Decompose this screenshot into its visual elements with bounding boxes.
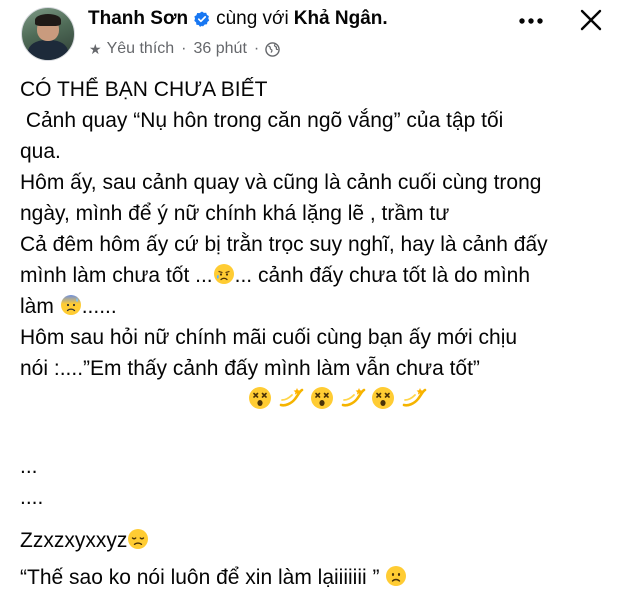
more-options-button[interactable] — [518, 8, 544, 34]
post-line: Hôm sau hỏi nữ chính mãi cuối cùng bạn ấ… — [20, 326, 518, 349]
post-line: làm ...... — [20, 291, 605, 322]
post-line: nói :....”Em thấy cảnh đấy mình làm vẫn … — [20, 357, 480, 380]
close-icon — [580, 9, 602, 31]
audience-label[interactable]: Yêu thích — [107, 40, 175, 58]
post-text: mình làm chưa tốt ... — [20, 264, 213, 287]
post-line: qua. — [20, 140, 61, 163]
frowning-face-icon — [385, 565, 407, 587]
post-line: mình làm chưa tốt ... ... cảnh đấy chưa … — [20, 260, 605, 291]
with-text: cùng với — [216, 8, 289, 29]
tagged-name[interactable]: Khả Ngân. — [294, 8, 388, 30]
post-text: Zzxzxyxxyz — [20, 529, 128, 552]
dizzy-face-icon — [248, 386, 272, 410]
post-text: làm — [20, 295, 60, 318]
disappointed-face-icon — [127, 528, 149, 550]
meta-separator-2: · — [253, 40, 260, 57]
verified-badge-icon — [194, 11, 210, 27]
post-line: “Thế sao ko nói luôn để xin làm lạiiiiii… — [20, 562, 605, 593]
dizzy-face-icon — [371, 386, 395, 410]
emoji-line — [20, 384, 605, 416]
post-header: Thanh Sơn cùng với Khả Ngân. ★ Yêu thích… — [0, 0, 620, 70]
dizzy-face-icon — [310, 386, 334, 410]
more-horizontal-icon — [519, 18, 543, 24]
dizzy-icon — [340, 386, 366, 410]
meta-separator: · — [181, 40, 187, 57]
close-button[interactable] — [574, 3, 608, 37]
post-body: CÓ THỂ BẠN CHƯA BIẾT Cảnh quay “Nụ hôn t… — [20, 74, 605, 593]
author-avatar[interactable] — [21, 7, 75, 61]
author-name[interactable]: Thanh Sơn — [88, 8, 188, 30]
star-icon: ★ — [89, 40, 102, 57]
dizzy-icon — [278, 386, 304, 410]
post-meta: ★ Yêu thích · 36 phút · — [89, 40, 280, 58]
post-line: Zzxzxyxxyz — [20, 525, 605, 556]
post-line: Hôm ấy, sau cảnh quay và cũng là cảnh cu… — [20, 171, 542, 194]
post-line: Cảnh quay “Nụ hôn trong căn ngõ vắng” củ… — [20, 109, 504, 132]
dizzy-icon — [401, 386, 427, 410]
post-line: ngày, mình để ý nữ chính khá lặng lẽ , t… — [20, 202, 450, 225]
post-line: Cả đêm hôm ấy cứ bị trằn trọc suy nghĩ, … — [20, 233, 548, 256]
anxious-sweat-face-icon — [60, 294, 82, 316]
author-line: Thanh Sơn cùng với Khả Ngân. — [88, 8, 388, 30]
post-line: .... — [20, 486, 44, 509]
post-line: ... — [20, 455, 38, 478]
post-line: CÓ THỂ BẠN CHƯA BIẾT — [20, 78, 268, 101]
globe-icon — [265, 41, 280, 57]
post-text: ...... — [81, 295, 117, 318]
post-text: “Thế sao ko nói luôn để xin làm lạiiiiii… — [20, 566, 386, 589]
post-text: ... cảnh đấy chưa tốt là do mình — [234, 264, 531, 287]
post-time[interactable]: 36 phút — [194, 40, 247, 58]
sad-relieved-face-icon — [213, 263, 235, 285]
